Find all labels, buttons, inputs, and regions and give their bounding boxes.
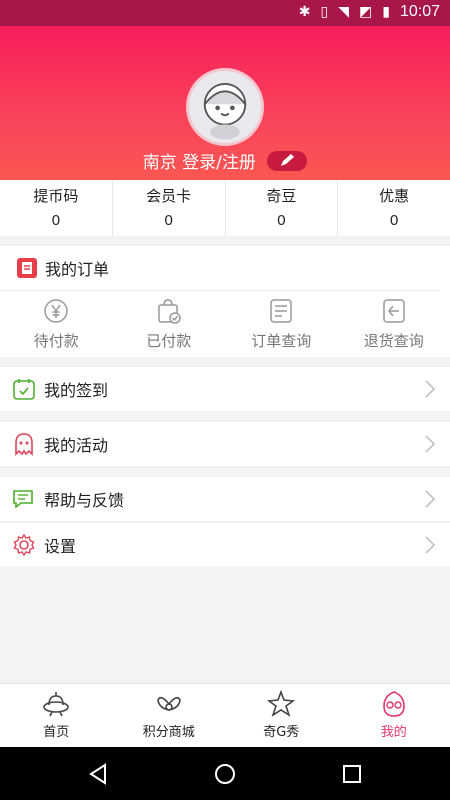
menu-item-label: 我的签到 bbox=[44, 381, 109, 400]
stat-label: 奇豆 bbox=[266, 187, 297, 205]
home-icon[interactable] bbox=[214, 763, 236, 785]
calendar-check-icon bbox=[13, 379, 35, 400]
stat-value: 0 bbox=[389, 212, 399, 229]
yen-circle-icon bbox=[44, 299, 68, 323]
orders-section: 我的订单 待付款 已付款 订单查询 退货查询 bbox=[0, 246, 450, 357]
login-row: 南京 登录/注册 bbox=[0, 148, 450, 173]
star-figure-icon bbox=[267, 690, 296, 717]
stat-value: 0 bbox=[164, 212, 173, 229]
recents-icon[interactable] bbox=[341, 763, 363, 785]
pending-payment-button[interactable]: 待付款 bbox=[0, 296, 113, 351]
system-nav-bar bbox=[0, 747, 450, 800]
stat-qidou[interactable]: 奇豆 0 bbox=[226, 180, 339, 236]
stat-tibi-code[interactable]: 提币码 0 bbox=[0, 180, 113, 236]
stat-member-card[interactable]: 会员卡 0 bbox=[113, 180, 226, 236]
city-label: 南京 bbox=[142, 153, 177, 173]
mascot-face-icon bbox=[382, 691, 405, 717]
chevron-right-icon bbox=[425, 490, 436, 508]
order-list-icon bbox=[270, 299, 292, 323]
menu-item-activity[interactable]: 我的活动 bbox=[0, 422, 450, 466]
my-orders-title: 我的订单 bbox=[45, 260, 110, 279]
chevron-right-icon bbox=[425, 536, 436, 554]
return-query-button[interactable]: 退货查询 bbox=[338, 296, 450, 351]
no-sim-icon: ◩ bbox=[359, 4, 373, 20]
profile-header: 南京 登录/注册 bbox=[0, 26, 450, 180]
stats-row: 提币码 0 会员卡 0 奇豆 0 优惠 0 bbox=[0, 180, 450, 236]
bottom-tab-bar: 首页 积分商城 奇G秀 我的 bbox=[0, 683, 450, 747]
order-item-label: 退货查询 bbox=[363, 332, 424, 350]
stat-label: 提币码 bbox=[33, 187, 79, 205]
bluetooth-icon: ✱ bbox=[298, 4, 311, 20]
chat-bubble-icon bbox=[13, 490, 33, 509]
vibrate-icon: ▯ bbox=[320, 4, 329, 20]
tab-mine[interactable]: 我的 bbox=[338, 684, 450, 747]
avatar[interactable] bbox=[186, 68, 264, 146]
order-query-button[interactable]: 订单查询 bbox=[225, 296, 338, 351]
menu-item-settings[interactable]: 设置 bbox=[0, 522, 450, 566]
menu-item-label: 我的活动 bbox=[44, 436, 109, 455]
tab-label: 奇G秀 bbox=[263, 725, 300, 740]
ufo-icon bbox=[43, 692, 70, 717]
tab-qig-show[interactable]: 奇G秀 bbox=[225, 684, 338, 747]
stat-coupons[interactable]: 优惠 0 bbox=[338, 180, 450, 236]
stat-label: 优惠 bbox=[379, 187, 410, 205]
menu-item-label: 帮助与反馈 bbox=[44, 491, 125, 510]
order-item-label: 订单查询 bbox=[251, 332, 312, 350]
tab-home[interactable]: 首页 bbox=[0, 684, 113, 747]
my-orders-header[interactable]: 我的订单 bbox=[0, 246, 440, 291]
chevron-right-icon bbox=[425, 380, 436, 398]
menu-item-label: 设置 bbox=[44, 536, 77, 556]
paid-button[interactable]: 已付款 bbox=[113, 296, 226, 351]
tab-label: 积分商城 bbox=[142, 725, 195, 740]
menu-item-help[interactable]: 帮助与反馈 bbox=[0, 477, 450, 521]
wings-icon bbox=[156, 696, 181, 711]
pencil-icon bbox=[281, 154, 295, 166]
stat-value: 0 bbox=[51, 212, 61, 229]
stat-label: 会员卡 bbox=[146, 187, 192, 205]
order-item-label: 待付款 bbox=[33, 332, 79, 350]
menu-item-checkin[interactable]: 我的签到 bbox=[0, 367, 450, 411]
return-icon bbox=[383, 299, 405, 323]
clock: 10:07 bbox=[399, 3, 440, 20]
mascot-avatar-icon bbox=[203, 83, 247, 140]
back-icon[interactable] bbox=[87, 763, 109, 785]
edit-profile-button[interactable] bbox=[267, 151, 308, 171]
login-register-link[interactable]: 登录/注册 bbox=[182, 153, 256, 173]
tab-label: 我的 bbox=[380, 725, 407, 740]
tab-points-mall[interactable]: 积分商城 bbox=[113, 684, 226, 747]
ghost-icon bbox=[15, 433, 33, 456]
wifi-icon: ◥ bbox=[338, 4, 349, 20]
stat-value: 0 bbox=[277, 212, 286, 229]
tab-label: 首页 bbox=[43, 725, 70, 740]
order-notebook-icon bbox=[17, 258, 37, 278]
status-bar: ✱ ▯ ◥ ◩ ▮ 10:07 bbox=[0, 0, 450, 26]
paid-bag-icon bbox=[158, 299, 181, 324]
chevron-right-icon bbox=[425, 435, 436, 453]
order-item-label: 已付款 bbox=[146, 332, 192, 350]
gear-icon bbox=[13, 533, 35, 556]
battery-icon: ▮ bbox=[382, 4, 390, 20]
